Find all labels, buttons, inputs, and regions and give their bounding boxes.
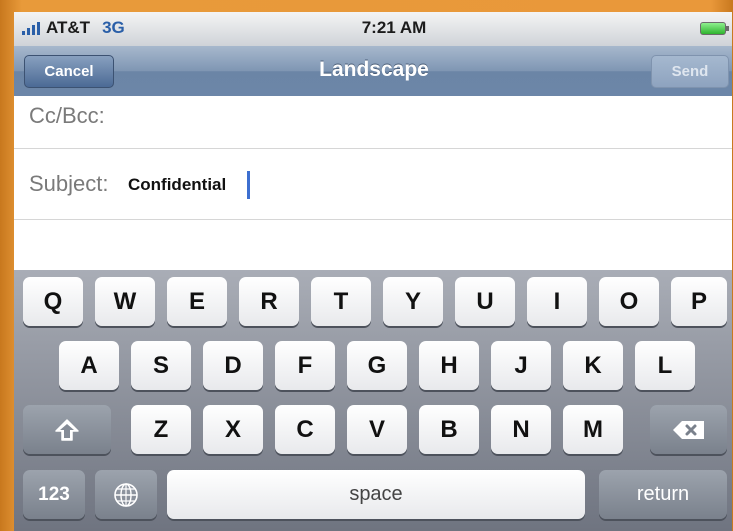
key-d[interactable]: D [203, 341, 263, 390]
key-u[interactable]: U [455, 277, 515, 326]
clock: 7:21 AM [361, 18, 427, 37]
key-o[interactable]: O [599, 277, 659, 326]
phone-screen: AT&T 3G 7:21 AM Cancel Landscape Send Cc… [14, 12, 732, 531]
subject-label: Subject: [29, 171, 109, 196]
space-key[interactable]: space [167, 470, 585, 519]
send-button[interactable]: Send [651, 55, 729, 88]
key-b[interactable]: B [419, 405, 479, 454]
key-h[interactable]: H [419, 341, 479, 390]
numbers-key[interactable]: 123 [23, 470, 85, 519]
key-e[interactable]: E [167, 277, 227, 326]
subject-field[interactable]: Subject: Confidential [14, 149, 732, 220]
key-z[interactable]: Z [131, 405, 191, 454]
status-bar: AT&T 3G 7:21 AM [14, 12, 732, 46]
network-type: 3G [102, 18, 125, 37]
key-i[interactable]: I [527, 277, 587, 326]
key-k[interactable]: K [563, 341, 623, 390]
key-p[interactable]: P [671, 277, 727, 326]
key-j[interactable]: J [491, 341, 551, 390]
key-t[interactable]: T [311, 277, 371, 326]
globe-key[interactable] [95, 470, 157, 519]
globe-icon [114, 482, 138, 507]
key-c[interactable]: C [275, 405, 335, 454]
key-g[interactable]: G [347, 341, 407, 390]
key-y[interactable]: Y [383, 277, 443, 326]
key-s[interactable]: S [131, 341, 191, 390]
keyboard: Q W E R T Y U I O P A S D F G H J K L Z … [14, 270, 732, 531]
key-x[interactable]: X [203, 405, 263, 454]
key-m[interactable]: M [563, 405, 623, 454]
key-q[interactable]: Q [23, 277, 83, 326]
carrier-info: AT&T 3G [22, 18, 125, 38]
key-w[interactable]: W [95, 277, 155, 326]
key-v[interactable]: V [347, 405, 407, 454]
key-f[interactable]: F [275, 341, 335, 390]
message-body-field[interactable] [14, 220, 732, 270]
key-r[interactable]: R [239, 277, 299, 326]
subject-value: Confidential [128, 175, 227, 194]
cancel-button[interactable]: Cancel [24, 55, 114, 88]
return-key[interactable]: return [599, 470, 727, 519]
delete-key[interactable] [650, 405, 727, 454]
page-title: Landscape [319, 58, 429, 81]
carrier-name: AT&T [46, 18, 91, 37]
backspace-icon [672, 420, 704, 439]
text-cursor [247, 171, 250, 199]
key-n[interactable]: N [491, 405, 551, 454]
shift-key[interactable] [23, 405, 111, 454]
key-l[interactable]: L [635, 341, 695, 390]
cc-bcc-field[interactable]: Cc/Bcc: [14, 96, 732, 149]
signal-strength-icon [22, 21, 40, 35]
shift-arrow-icon [55, 418, 79, 441]
navigation-bar: Cancel Landscape Send [14, 46, 732, 97]
battery-icon [700, 22, 729, 35]
key-a[interactable]: A [59, 341, 119, 390]
cc-bcc-label: Cc/Bcc: [29, 103, 105, 128]
